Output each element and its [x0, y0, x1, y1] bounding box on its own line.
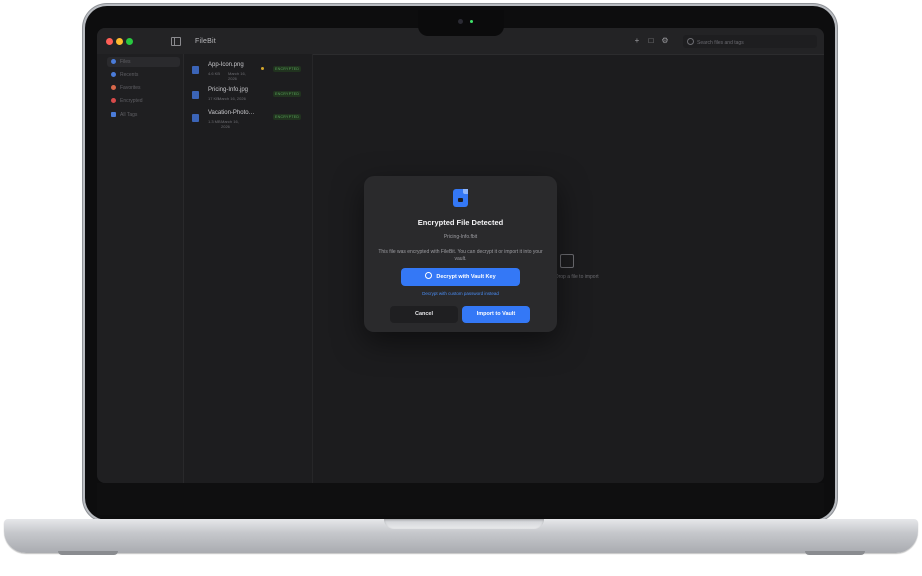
- status-badge: ENCRYPTED: [273, 66, 302, 72]
- tag-icon: [111, 112, 116, 117]
- decrypt-button-label: Decrypt with Vault Key: [436, 274, 496, 280]
- folder-icon: [111, 59, 116, 64]
- dialog-description: This file was encrypted with FileBit. Yo…: [378, 249, 543, 262]
- add-icon[interactable]: +: [632, 36, 642, 46]
- list-item[interactable]: Pricing-Info.jpg 17 KB March 16, 2026 EN…: [184, 84, 312, 108]
- file-list: App-Icon.png 4.6 KB March 16, 2026 ENCRY…: [184, 54, 313, 483]
- image-file-icon: [192, 114, 199, 122]
- search-input[interactable]: [695, 37, 817, 48]
- sidebar-item-label: Favorites: [120, 85, 141, 91]
- drop-hint: Drop a file to import: [555, 274, 599, 280]
- sidebar-item-tags[interactable]: All Tags: [107, 110, 180, 120]
- settings-icon[interactable]: ⚙: [660, 36, 670, 46]
- sidebar-item-encrypted[interactable]: Encrypted: [107, 96, 180, 106]
- camera-icon: [458, 19, 463, 24]
- import-to-vault-button[interactable]: Import to Vault: [462, 306, 530, 323]
- custom-password-link[interactable]: Decrypt with custom password instead: [364, 291, 557, 296]
- list-item[interactable]: Vacation-Photo… 1.3 MB March 16, 2026 EN…: [184, 107, 312, 131]
- close-window-button[interactable]: [106, 38, 113, 45]
- sidebar-item-files[interactable]: Files: [107, 57, 180, 67]
- sidebar-item-label: Encrypted: [120, 98, 143, 104]
- encrypted-file-icon: [453, 189, 468, 207]
- dialog-filename: Pricing-Info.fbit: [443, 234, 478, 240]
- file-size: 1.3 MB: [208, 119, 221, 124]
- file-name: Pricing-Info.jpg: [208, 87, 249, 93]
- key-icon: [425, 272, 433, 279]
- lock-icon[interactable]: □: [646, 36, 656, 46]
- bottom-bezel: [97, 483, 824, 515]
- camera-led: [470, 20, 473, 23]
- clock-icon: [111, 72, 116, 77]
- file-date: March 16, 2026: [221, 119, 239, 129]
- screen: FileBit + □ ⚙ Files Recents Favorites En…: [97, 28, 824, 483]
- app-title: FileBit: [195, 38, 216, 45]
- camera-notch: [418, 10, 504, 36]
- file-date: March 16, 2026: [218, 96, 246, 101]
- laptop-foot: [805, 551, 865, 555]
- sidebar-toggle-icon[interactable]: [171, 37, 181, 46]
- status-badge: ENCRYPTED: [273, 114, 302, 120]
- file-name: App-Icon.png: [208, 62, 244, 68]
- decrypt-with-vault-key-button[interactable]: Decrypt with Vault Key: [401, 268, 520, 286]
- search-icon: [687, 38, 694, 45]
- lock-icon: [111, 98, 116, 103]
- status-badge: ENCRYPTED: [273, 91, 302, 97]
- drop-icon: [560, 254, 574, 268]
- sidebar-item-label: All Tags: [120, 112, 138, 118]
- image-file-icon: [192, 66, 199, 74]
- zoom-window-button[interactable]: [126, 38, 133, 45]
- sidebar-item-label: Files: [120, 59, 131, 65]
- file-size: 4.6 KB: [208, 71, 221, 76]
- file-date: March 16, 2026: [228, 71, 246, 81]
- list-item[interactable]: App-Icon.png 4.6 KB March 16, 2026 ENCRY…: [184, 59, 312, 83]
- sidebar: Files Recents Favorites Encrypted All Ta…: [97, 54, 184, 483]
- cancel-button[interactable]: Cancel: [390, 306, 458, 323]
- favorite-star-icon[interactable]: [261, 67, 264, 70]
- base-notch: [384, 519, 544, 529]
- laptop-foot: [58, 551, 118, 555]
- search-box[interactable]: [683, 35, 817, 48]
- sidebar-item-recents[interactable]: Recents: [107, 70, 180, 80]
- sidebar-item-label: Recents: [120, 72, 139, 78]
- image-file-icon: [192, 91, 199, 99]
- minimize-window-button[interactable]: [116, 38, 123, 45]
- encrypted-file-dialog: Encrypted File Detected Pricing-Info.fbi…: [364, 176, 557, 332]
- star-icon: [111, 85, 116, 90]
- sidebar-item-favorites[interactable]: Favorites: [107, 83, 180, 93]
- dialog-title: Encrypted File Detected: [417, 218, 504, 227]
- file-name: Vacation-Photo…: [208, 110, 255, 116]
- laptop-base: [4, 519, 918, 553]
